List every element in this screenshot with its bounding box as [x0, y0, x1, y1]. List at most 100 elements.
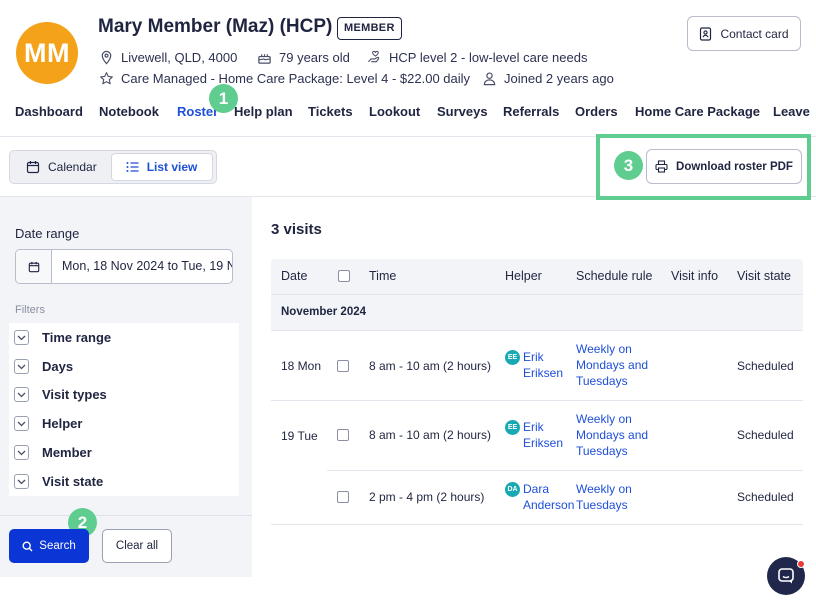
care-level-meta: HCP level 2 - low-level care needs	[367, 50, 587, 65]
tab-lookout[interactable]: Lookout	[369, 104, 420, 119]
joined-text: Joined 2 years ago	[504, 71, 614, 86]
avatar: MM	[16, 22, 78, 84]
filter-label: Days	[42, 359, 74, 374]
list-icon	[126, 162, 139, 172]
column-date: Date	[281, 269, 308, 283]
notification-dot	[797, 560, 805, 568]
row-visit-state: Scheduled	[737, 490, 794, 504]
table-header: Date Time Helper Schedule rule Visit inf…	[271, 259, 803, 294]
joined-meta: Joined 2 years ago	[482, 71, 614, 86]
month-label: November 2024	[281, 306, 367, 318]
row-date: 19 Tue	[281, 429, 318, 443]
schedule-rule-link[interactable]: Weekly on Mondays and Tuesdays	[576, 411, 666, 459]
clear-all-button[interactable]: Clear all	[102, 529, 172, 563]
sidebar-divider	[0, 515, 252, 516]
tab-leave[interactable]: Leave	[773, 104, 810, 119]
row-checkbox[interactable]	[337, 491, 349, 503]
contact-card-icon	[700, 26, 712, 41]
download-roster-pdf-button[interactable]: Download roster PDF	[646, 149, 802, 184]
calendar-icon	[26, 161, 40, 174]
helper-link[interactable]: Erik Eriksen	[523, 419, 573, 451]
tab-home-care-package[interactable]: Home Care Package	[635, 104, 760, 119]
row-helper[interactable]: EE Erik Eriksen	[505, 349, 573, 381]
location-meta: Livewell, QLD, 4000	[99, 50, 237, 65]
tab-help-plan[interactable]: Help plan	[234, 104, 293, 119]
location-pin-icon	[101, 50, 112, 65]
row-checkbox[interactable]	[337, 360, 349, 372]
package-text: Care Managed - Home Care Package: Level …	[121, 71, 471, 86]
contact-card-button[interactable]: Contact card	[687, 16, 801, 51]
month-group-row: November 2024	[271, 294, 803, 331]
tab-dashboard[interactable]: Dashboard	[15, 104, 83, 119]
row-visit-state: Scheduled	[737, 359, 794, 373]
tab-referrals[interactable]: Referrals	[503, 104, 559, 119]
tab-orders[interactable]: Orders	[575, 104, 618, 119]
date-range-label: Date range	[15, 226, 80, 241]
date-range-field[interactable]: Mon, 18 Nov 2024 to Tue, 19 Nov 2024	[15, 249, 233, 284]
care-hand-icon	[368, 50, 380, 63]
schedule-rule-link[interactable]: Weekly on Tuesdays	[576, 481, 666, 513]
chevron-down-icon	[14, 416, 29, 431]
member-name: Mary Member (Maz) (HCP)	[98, 16, 333, 37]
row-helper[interactable]: EE Erik Eriksen	[505, 419, 573, 451]
filter-visit-state[interactable]: Visit state	[14, 474, 103, 489]
age-text: 79 years old	[279, 50, 350, 65]
helper-avatar: EE	[505, 350, 520, 365]
row-time: 8 am - 10 am (2 hours)	[369, 359, 492, 373]
calendar-view-button[interactable]: Calendar	[12, 153, 111, 181]
printer-icon	[655, 160, 668, 173]
visits-count: 3 visits	[271, 221, 322, 238]
person-joined-icon	[483, 72, 496, 86]
chat-icon	[778, 568, 794, 584]
helper-avatar: DA	[505, 482, 520, 497]
list-view-label: List view	[146, 160, 198, 174]
filter-helper[interactable]: Helper	[14, 416, 82, 431]
row-helper[interactable]: DA Dara Anderson	[505, 481, 583, 513]
view-toggle: Calendar List view	[9, 150, 217, 184]
column-visit-info: Visit info	[671, 269, 719, 283]
chevron-down-icon	[14, 474, 29, 489]
helper-link[interactable]: Erik Eriksen	[523, 349, 573, 381]
filter-visit-types[interactable]: Visit types	[14, 387, 107, 402]
row-divider	[271, 524, 803, 525]
step-badge-3: 3	[614, 151, 643, 180]
tab-notebook[interactable]: Notebook	[99, 104, 159, 119]
filter-label: Time range	[42, 330, 112, 345]
date-range-calendar-button[interactable]	[16, 250, 52, 283]
filter-time-range[interactable]: Time range	[14, 330, 111, 345]
column-visit-state: Visit state	[737, 269, 791, 283]
step-badge-1: 1	[209, 84, 238, 113]
cake-icon	[258, 54, 271, 64]
tab-tickets[interactable]: Tickets	[308, 104, 353, 119]
calendar-view-label: Calendar	[48, 160, 97, 174]
column-schedule-rule: Schedule rule	[576, 269, 653, 283]
list-view-button[interactable]: List view	[110, 153, 213, 181]
row-date: 18 Mon	[281, 359, 322, 373]
location-text: Livewell, QLD, 4000	[121, 50, 238, 65]
select-all-checkbox[interactable]	[338, 270, 350, 282]
star-icon	[100, 72, 113, 85]
tab-surveys[interactable]: Surveys	[437, 104, 488, 119]
care-level-text: HCP level 2 - low-level care needs	[389, 50, 588, 65]
helper-avatar: EE	[505, 420, 520, 435]
chevron-down-icon	[14, 359, 29, 374]
chevron-down-icon	[14, 330, 29, 345]
search-label: Search	[39, 540, 76, 552]
column-time: Time	[369, 269, 397, 283]
row-time: 8 am - 10 am (2 hours)	[369, 428, 492, 442]
filter-label: Member	[42, 445, 92, 460]
filters-label: Filters	[15, 304, 45, 316]
filter-label: Visit types	[42, 387, 107, 402]
row-divider	[327, 470, 803, 471]
helper-link[interactable]: Dara Anderson	[523, 481, 583, 513]
date-range-value: Mon, 18 Nov 2024 to Tue, 19 Nov 2024	[62, 259, 232, 273]
download-roster-pdf-label: Download roster PDF	[676, 160, 793, 173]
filter-member[interactable]: Member	[14, 445, 92, 460]
search-icon	[22, 540, 33, 551]
chevron-down-icon	[14, 387, 29, 402]
row-checkbox[interactable]	[337, 429, 349, 441]
search-button[interactable]: Search	[9, 529, 89, 563]
filter-days[interactable]: Days	[14, 359, 73, 374]
schedule-rule-link[interactable]: Weekly on Mondays and Tuesdays	[576, 341, 666, 389]
chevron-down-icon	[14, 445, 29, 460]
